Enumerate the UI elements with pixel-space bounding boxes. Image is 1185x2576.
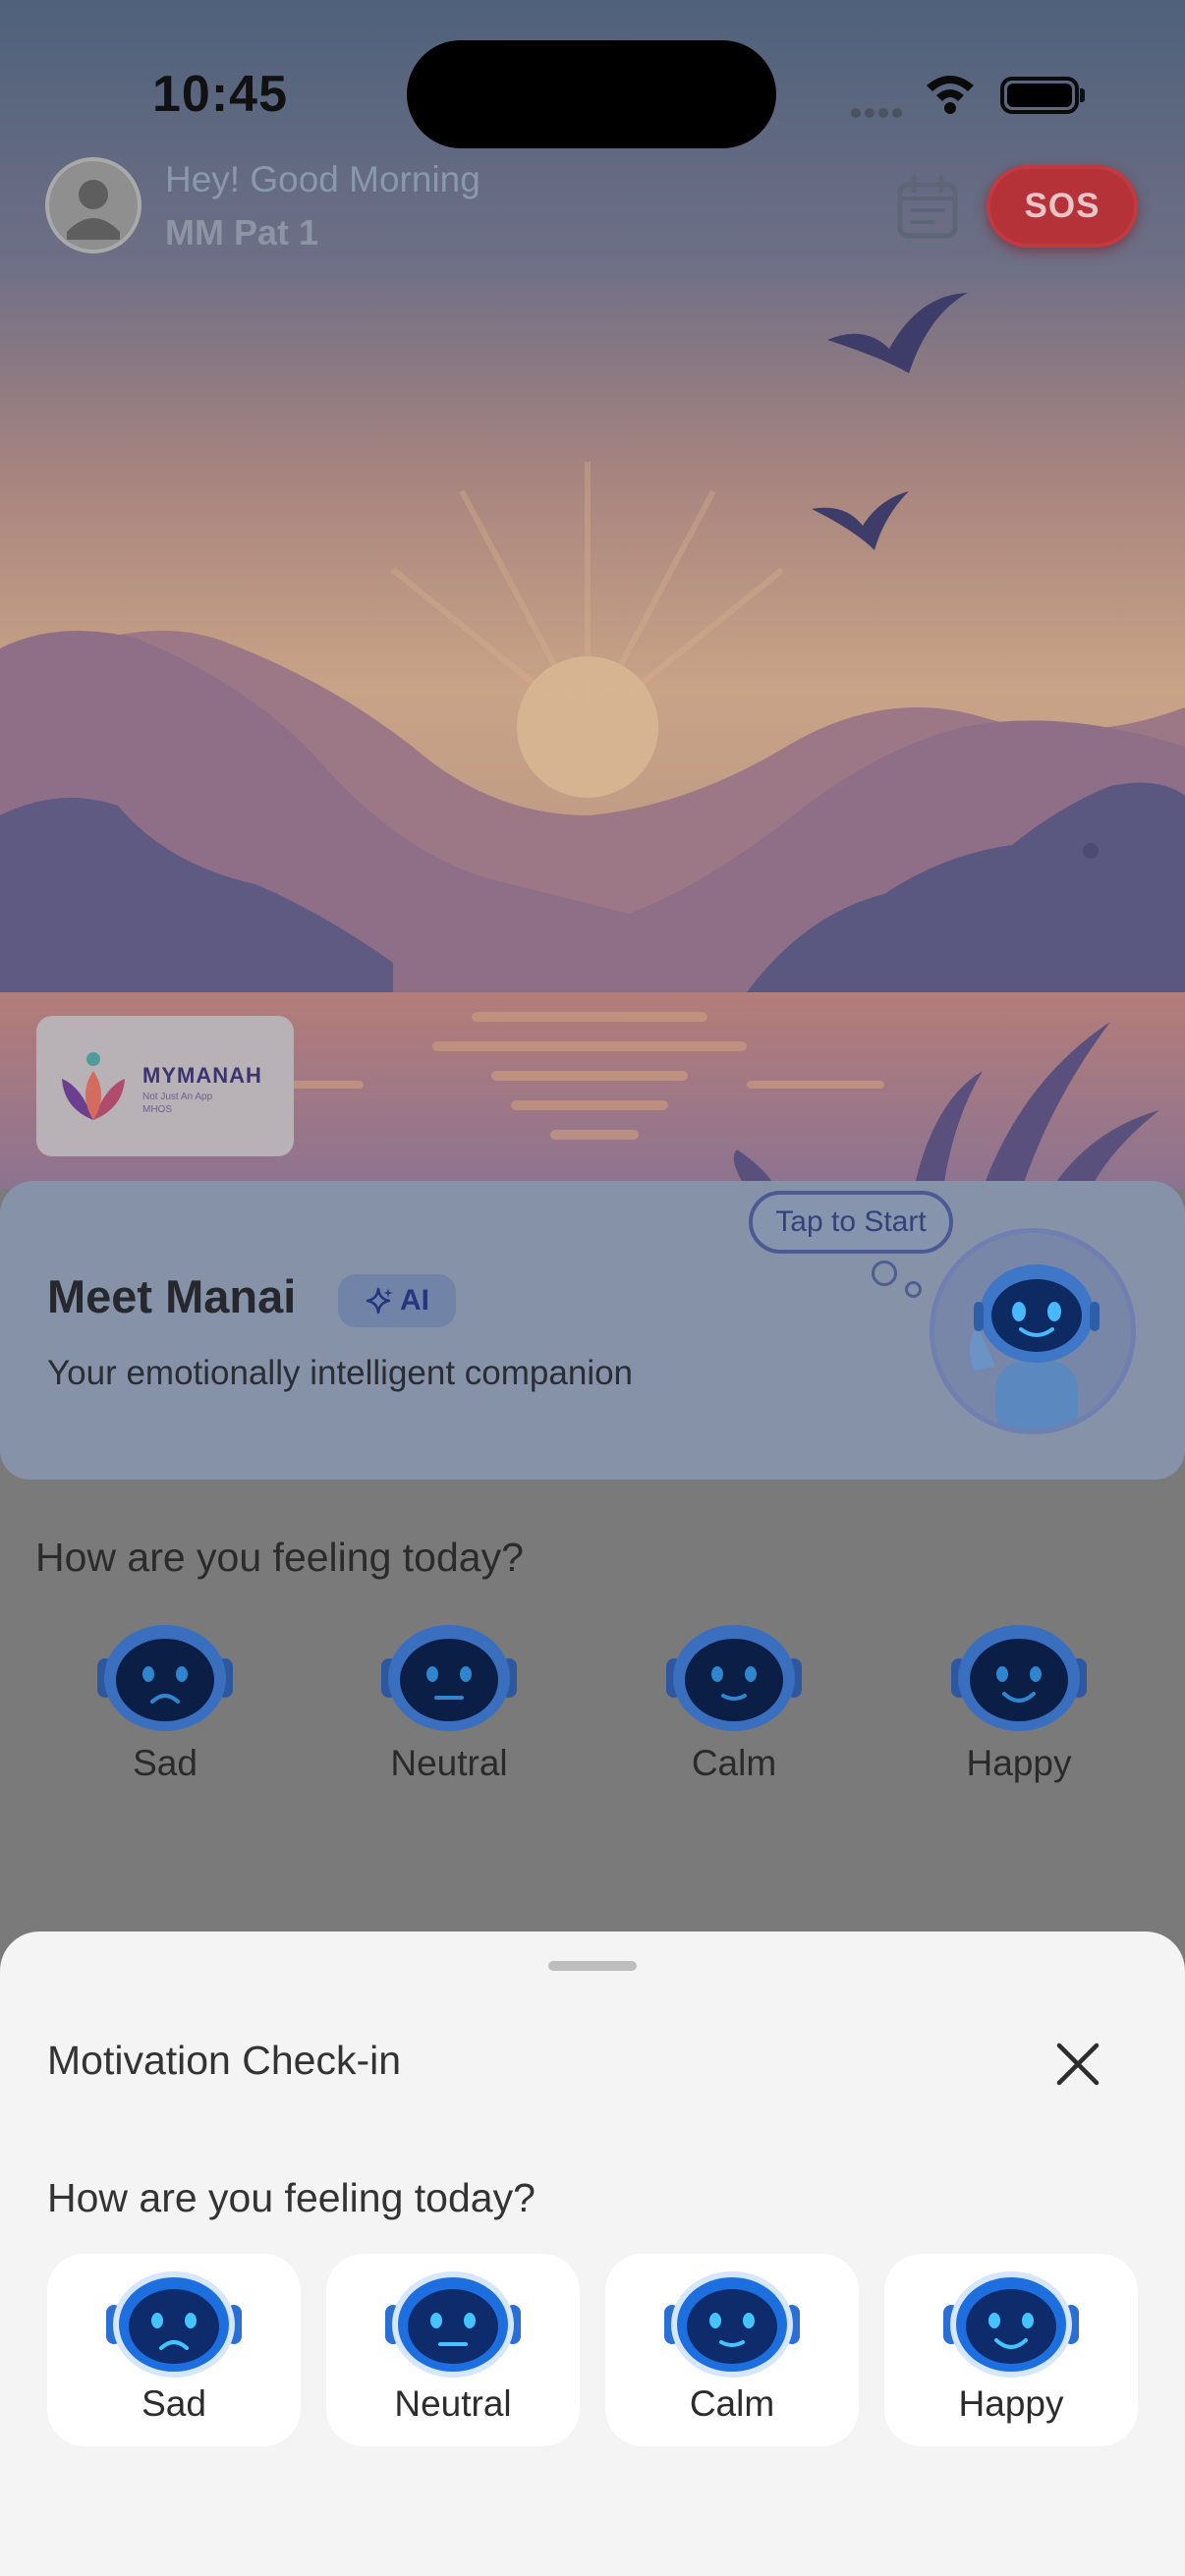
manai-title: Meet Manai [47,1270,297,1322]
mood-option-calm[interactable]: Calm [646,1621,822,1784]
cellular-signal-icon [851,105,906,123]
thought-bubble [872,1260,897,1286]
thought-bubble-small [905,1281,922,1298]
mood-label: Sad [141,2383,206,2424]
robot-sad-icon [97,1625,233,1731]
mood-option-happy[interactable]: Happy [931,1621,1107,1784]
calendar-icon[interactable] [896,175,959,240]
robot-sad-icon [106,2271,242,2378]
manai-subtitle: Your emotionally intelligent companion [47,1354,634,1392]
close-icon[interactable] [1053,2040,1102,2089]
robot-neutral-icon [381,1625,517,1731]
robot-mascot-icon [969,1264,1100,1429]
robot-happy-icon [943,2271,1079,2378]
sheet-mood-neutral[interactable]: Neutral [326,2254,580,2446]
robot-happy-icon [951,1625,1087,1731]
sheet-question: How are you feeling today? [47,2175,536,2220]
mood-option-neutral[interactable]: Neutral [361,1621,537,1784]
robot-neutral-icon [385,2271,521,2378]
mood-label: Happy [958,2383,1064,2424]
dynamic-island [407,40,776,148]
robot-calm-icon [666,1625,802,1731]
battery-icon [1000,77,1079,114]
mood-label: Sad [133,1743,198,1783]
mood-label: Neutral [390,1743,508,1783]
avatar[interactable] [45,157,141,253]
mood-label: Calm [691,1743,777,1783]
logo-title: MYMANAH [142,1063,262,1088]
user-name: MM Pat 1 [165,212,319,252]
sheet-title: Motivation Check-in [47,2038,402,2083]
user-icon [67,180,120,240]
manai-mascot[interactable] [930,1228,1136,1434]
wifi-icon [927,76,974,114]
mood-option-sad[interactable]: Sad [77,1621,254,1784]
tap-to-start-button[interactable]: Tap to Start [749,1191,953,1254]
sparkle-icon [366,1287,393,1315]
ai-badge: AI [338,1274,456,1327]
sheet-mood-happy[interactable]: Happy [884,2254,1138,2446]
status-time: 10:45 [152,66,288,123]
lotus-logo-icon [62,1052,125,1120]
sheet-mood-calm[interactable]: Calm [605,2254,859,2446]
ai-badge-label: AI [400,1284,429,1316]
mood-label: Happy [966,1743,1072,1783]
sos-button[interactable]: SOS [987,165,1138,248]
sheet-grabber[interactable] [548,1961,637,1971]
battery-tip [1080,88,1085,102]
mood-label: Calm [689,2383,775,2424]
mood-label: Neutral [394,2383,512,2424]
sheet-mood-sad[interactable]: Sad [47,2254,301,2446]
greeting-text: Hey! Good Morning [165,159,480,199]
feeling-question: How are you feeling today? [35,1535,524,1580]
mymanah-logo-card: MYMANAH Not Just An App MHOS [36,1016,294,1156]
robot-calm-icon [664,2271,800,2378]
logo-tagline: Not Just An App MHOS [142,1092,213,1115]
